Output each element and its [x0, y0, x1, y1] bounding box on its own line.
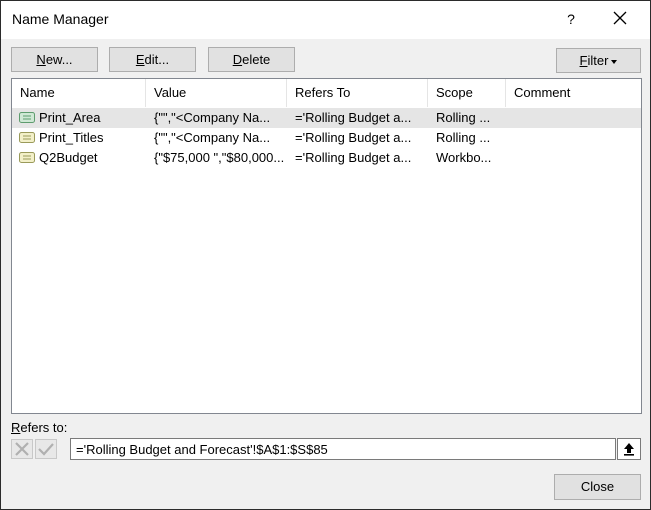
- column-header-value[interactable]: Value: [146, 79, 287, 107]
- scope-cell: Workbo...: [436, 150, 492, 165]
- name-manager-dialog: Name Manager ? New... Edit... Delete Fil…: [0, 0, 651, 510]
- close-button[interactable]: Close: [554, 474, 641, 500]
- list-header: Name Value Refers To Scope Comment: [12, 79, 641, 107]
- names-list[interactable]: Name Value Refers To Scope Comment Print…: [11, 78, 642, 414]
- column-header-name[interactable]: Name: [12, 79, 146, 107]
- defined-name-icon: [19, 132, 35, 143]
- close-icon[interactable]: [605, 5, 635, 33]
- table-row[interactable]: Print_Area {"","<Company Na... ='Rolling…: [12, 108, 641, 128]
- scope-cell: Rolling ...: [436, 110, 491, 125]
- collapse-dialog-icon[interactable]: [617, 438, 641, 460]
- new-button[interactable]: New...: [11, 47, 98, 72]
- chevron-down-icon: [611, 59, 618, 64]
- refers-to-input[interactable]: [70, 438, 616, 460]
- dialog-title: Name Manager: [12, 11, 109, 27]
- title-bar: Name Manager ?: [1, 1, 650, 39]
- refers-to-cell: ='Rolling Budget a...: [295, 110, 412, 125]
- column-header-refers-to[interactable]: Refers To: [287, 79, 428, 107]
- comment-cell: [514, 108, 639, 128]
- value-cell: {"","<Company Na...: [154, 110, 271, 125]
- delete-button[interactable]: Delete: [208, 47, 295, 72]
- name-cell: Q2Budget: [39, 150, 98, 165]
- table-row[interactable]: Q2Budget {"$75,000 ","$80,000... ='Rolli…: [12, 148, 641, 168]
- comment-cell: [514, 148, 639, 168]
- name-cell: Print_Titles: [39, 130, 104, 145]
- help-icon[interactable]: ?: [557, 5, 585, 33]
- column-header-scope[interactable]: Scope: [428, 79, 506, 107]
- refers-to-cell: ='Rolling Budget a...: [295, 150, 412, 165]
- value-cell: {"","<Company Na...: [154, 130, 271, 145]
- cancel-x-icon[interactable]: [11, 439, 33, 459]
- name-cell: Print_Area: [39, 110, 101, 125]
- scope-cell: Rolling ...: [436, 130, 491, 145]
- table-row[interactable]: Print_Titles {"","<Company Na... ='Rolli…: [12, 128, 641, 148]
- confirm-check-icon[interactable]: [35, 439, 57, 459]
- defined-name-icon: [19, 152, 35, 163]
- filter-button[interactable]: Filter: [556, 48, 641, 73]
- edit-button[interactable]: Edit...: [109, 47, 196, 72]
- column-header-comment[interactable]: Comment: [506, 79, 641, 107]
- comment-cell: [514, 128, 639, 148]
- refers-to-label: Refers to:: [11, 420, 68, 435]
- defined-name-icon: [19, 112, 35, 123]
- value-cell: {"$75,000 ","$80,000...: [154, 150, 284, 165]
- refers-to-cell: ='Rolling Budget a...: [295, 130, 412, 145]
